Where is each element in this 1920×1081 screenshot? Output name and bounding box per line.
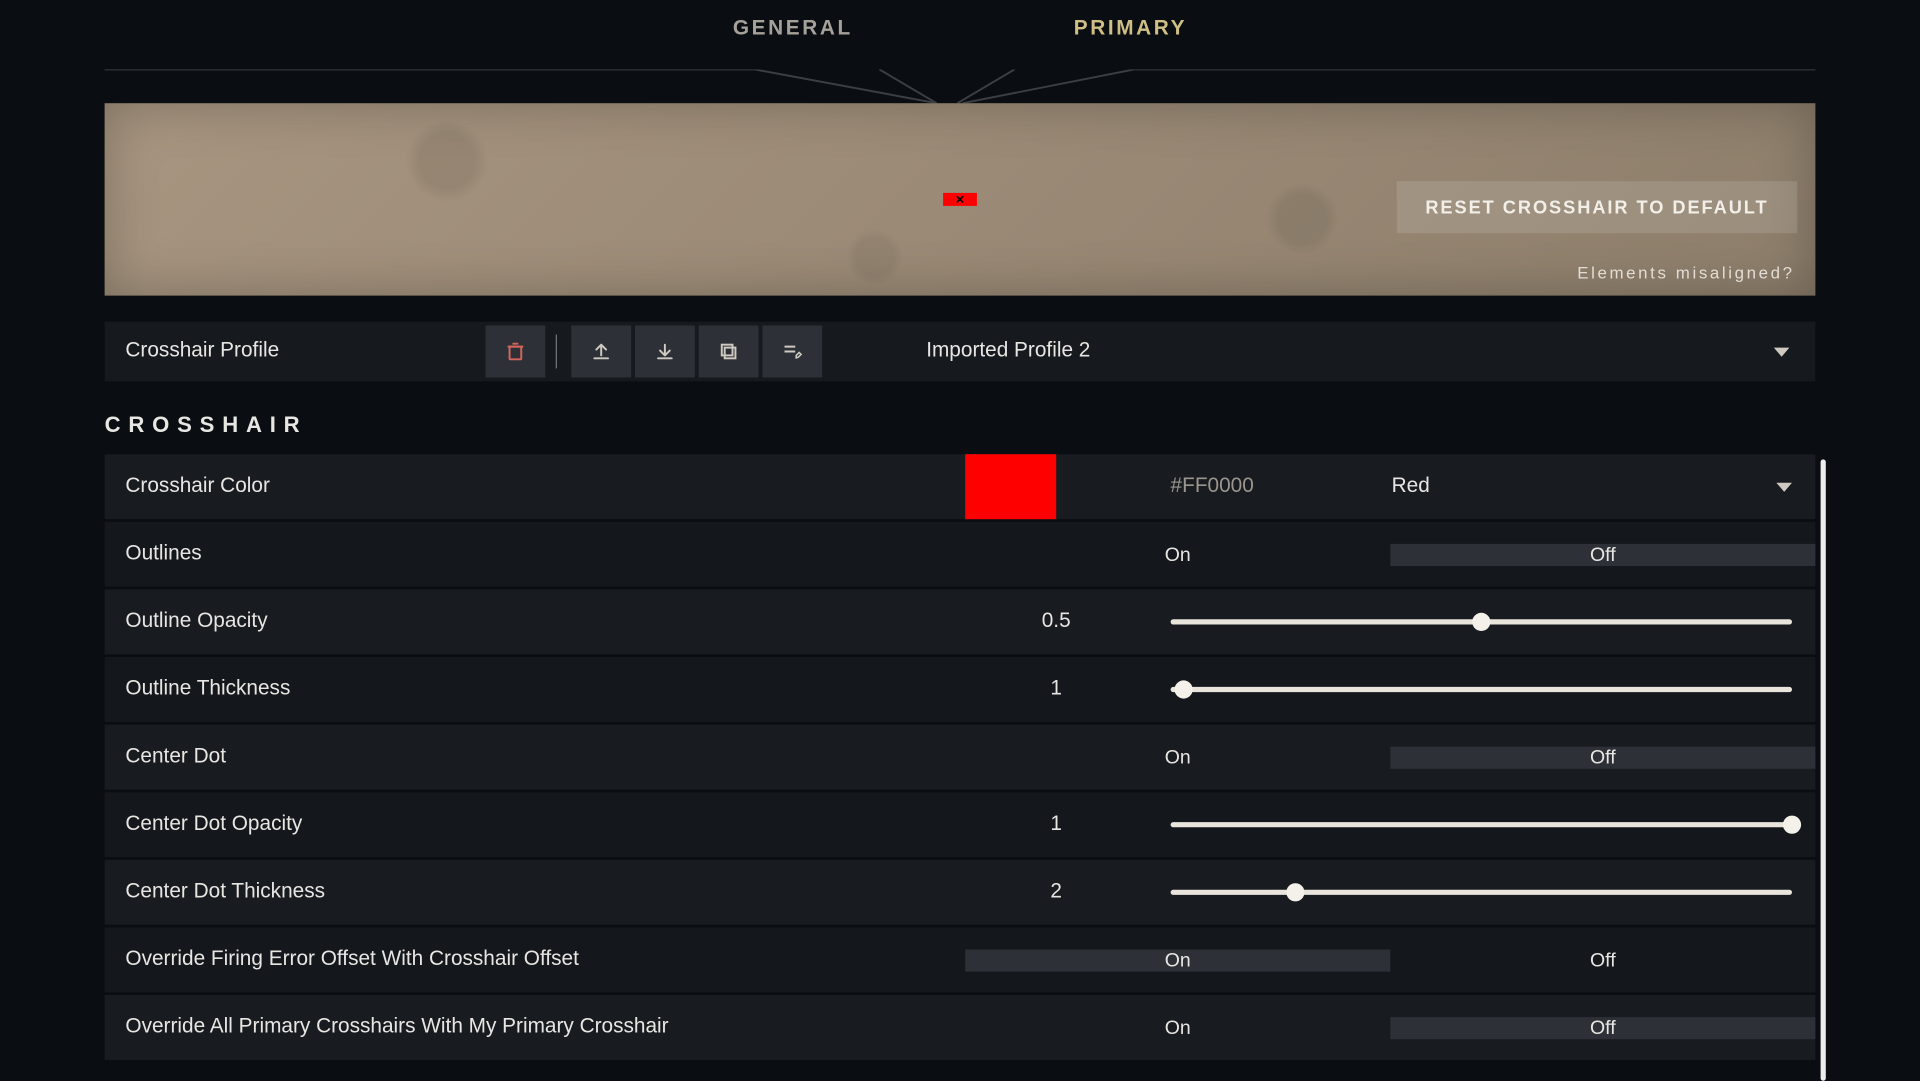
elements-misaligned-link[interactable]: Elements misaligned? [1577,263,1794,282]
crosshair-preview-icon: ✕ [943,193,977,206]
trash-icon [504,340,527,363]
row-center-dot-thickness: Center Dot Thickness 2 [105,860,1816,925]
label-outline-thickness: Outline Thickness [105,678,966,701]
label-outlines: Outlines [105,543,966,566]
center-dot-opacity-value: 1 [965,813,1147,836]
duplicate-profile-button[interactable] [699,326,759,378]
row-outline-opacity: Outline Opacity 0.5 [105,589,1816,654]
row-override-all: Override All Primary Crosshairs With My … [105,995,1816,1060]
divider [556,335,557,369]
row-outlines: Outlines On Off [105,522,1816,587]
crosshair-profile-label: Crosshair Profile [105,322,482,382]
outline-thickness-value: 1 [965,678,1147,701]
center-dot-opacity-slider[interactable] [1147,822,1815,827]
color-swatch[interactable] [965,454,1056,519]
edit-profile-button[interactable] [762,326,822,378]
row-outline-thickness: Outline Thickness 1 [105,657,1816,722]
section-header-crosshair: CROSSHAIR [105,413,1816,439]
label-center-dot-opacity: Center Dot Opacity [105,813,966,836]
profile-select[interactable]: Imported Profile 2 [900,322,1815,382]
edit-list-icon [779,340,805,363]
override-firing-off[interactable]: Off [1390,949,1815,971]
label-crosshair-color: Crosshair Color [105,475,966,498]
outlines-on[interactable]: On [965,543,1390,565]
upload-icon [590,340,613,363]
outline-thickness-slider[interactable] [1147,687,1815,692]
label-override-all: Override All Primary Crosshairs With My … [105,1016,966,1039]
settings-scrollbar[interactable] [1821,459,1826,1080]
export-profile-button[interactable] [571,326,631,378]
tab-general[interactable]: GENERAL [733,17,853,40]
center-dot-on[interactable]: On [965,746,1390,768]
copy-icon [717,340,740,363]
import-profile-button[interactable] [635,326,695,378]
row-center-dot: Center Dot On Off [105,725,1816,790]
crosshair-preview-panel: ✕ RESET CROSSHAIR TO DEFAULT Elements mi… [105,103,1816,295]
profile-select-value: Imported Profile 2 [926,340,1090,363]
tab-connector-lines [105,69,1816,103]
delete-profile-button[interactable] [486,326,546,378]
tab-primary[interactable]: PRIMARY [1074,17,1187,40]
row-center-dot-opacity: Center Dot Opacity 1 [105,792,1816,857]
row-crosshair-color: Crosshair Color #FF0000 Red [105,454,1816,519]
override-firing-on[interactable]: On [965,949,1390,971]
chevron-down-icon [1776,482,1792,491]
color-select-value: Red [1392,475,1430,498]
center-dot-thickness-slider[interactable] [1147,890,1815,895]
chevron-down-icon [1774,347,1790,356]
row-override-firing: Override Firing Error Offset With Crossh… [105,927,1816,992]
label-outline-opacity: Outline Opacity [105,610,966,633]
override-all-off[interactable]: Off [1390,1016,1815,1038]
outlines-off[interactable]: Off [1390,543,1815,565]
label-center-dot-thickness: Center Dot Thickness [105,881,966,904]
download-icon [653,340,676,363]
outline-opacity-slider[interactable] [1147,619,1815,624]
reset-crosshair-button[interactable]: RESET CROSSHAIR TO DEFAULT [1397,181,1797,233]
crosshair-profile-row: Crosshair Profile Imported Profile 2 [105,322,1816,382]
center-dot-thickness-value: 2 [965,881,1147,904]
label-center-dot: Center Dot [105,745,966,768]
override-all-on[interactable]: On [965,1016,1390,1038]
outline-opacity-value: 0.5 [965,610,1147,633]
label-override-firing: Override Firing Error Offset With Crossh… [105,948,966,971]
color-select[interactable]: Red [1368,475,1815,498]
color-hex-input[interactable]: #FF0000 [1056,475,1368,498]
center-dot-off[interactable]: Off [1390,746,1815,768]
